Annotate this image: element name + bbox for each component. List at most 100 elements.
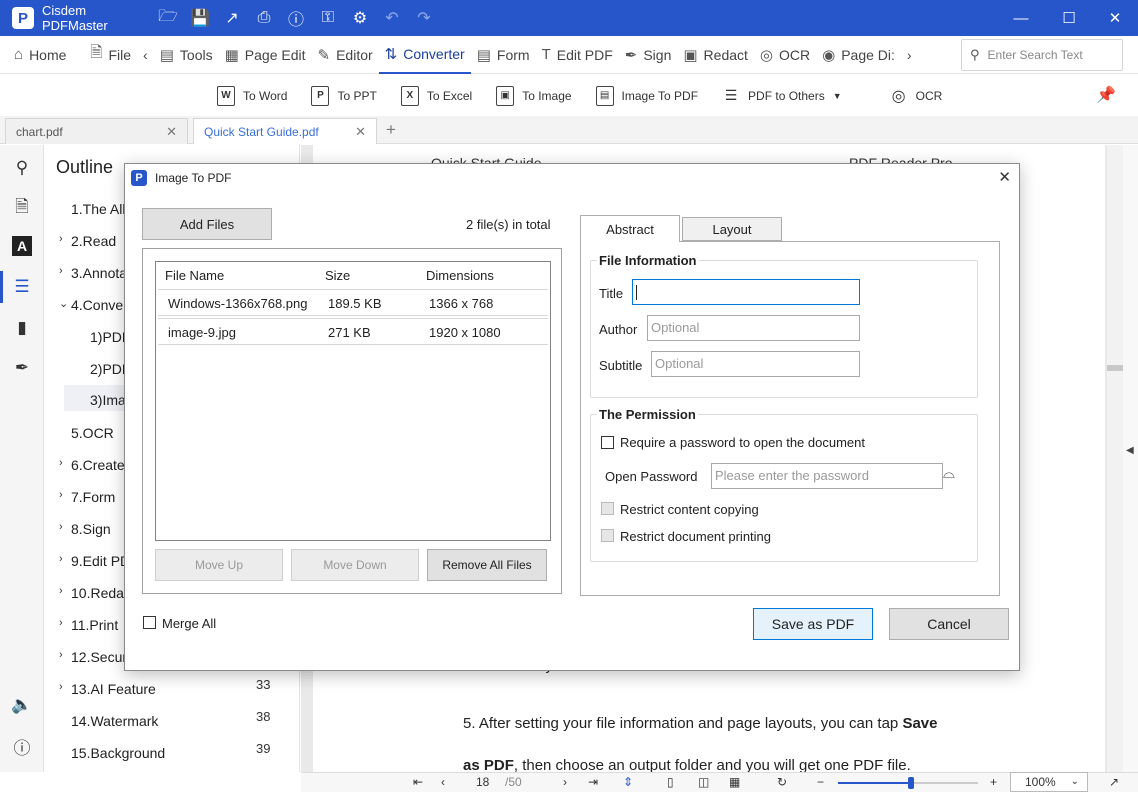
to-ppt-button[interactable]: P To PPT [311, 85, 377, 106]
fullscreen-icon[interactable]: ↗ [1109, 775, 1119, 789]
settings-icon[interactable]: ⚙ [344, 0, 376, 36]
close-tab-icon[interactable]: ✕ [355, 124, 366, 140]
scrollbar-thumb[interactable] [1107, 365, 1123, 371]
toolbar-sign[interactable]: ✒ Sign [619, 36, 678, 74]
outline-item[interactable]: › 3.Annota [59, 265, 127, 281]
first-page-icon[interactable]: ⇤ [413, 775, 423, 789]
merge-all-label[interactable]: Merge All [162, 616, 216, 631]
add-files-button[interactable]: Add Files [142, 208, 272, 240]
cancel-button[interactable]: Cancel [889, 608, 1009, 640]
right-panel-toggle[interactable]: ◀ [1123, 145, 1138, 772]
toolbar-ocr[interactable]: ◎ OCR [754, 36, 816, 74]
annotation-icon[interactable]: A [12, 236, 32, 256]
bookmark-icon[interactable]: ▮ [10, 316, 34, 340]
info-icon[interactable]: ⓘ [10, 734, 34, 758]
current-page[interactable]: 18 [476, 775, 489, 789]
restrict-print-label[interactable]: Restrict document printing [620, 529, 771, 544]
zoom-slider[interactable] [838, 777, 978, 789]
undo-icon[interactable]: ↶ [376, 0, 408, 36]
to-word-button[interactable]: W To Word [217, 85, 287, 106]
toolbar-page-edit[interactable]: ▦ Page Edit [219, 36, 312, 74]
toolbar-redact[interactable]: ▣ Redact [677, 36, 754, 74]
move-up-button[interactable]: Move Up [155, 549, 283, 581]
subtitle-field[interactable]: Optional [651, 351, 860, 377]
minimize-button[interactable]: — [998, 0, 1044, 36]
outline-item[interactable]: 15.Background [71, 745, 165, 761]
chevron-down-icon[interactable]: ⌄ [59, 297, 68, 310]
vertical-scrollbar[interactable] [1107, 145, 1123, 772]
outline-item[interactable]: 14.Watermark [71, 713, 158, 729]
author-field[interactable]: Optional [647, 315, 860, 341]
column-header-file-name[interactable]: File Name [165, 268, 224, 283]
prev-page-icon[interactable]: ‹ [441, 775, 445, 789]
pdf-to-others-button[interactable]: ☰ PDF to Others ▼ [722, 86, 842, 106]
merge-all-checkbox[interactable] [143, 616, 156, 629]
scroll-mode-icon[interactable]: ▦ [729, 775, 740, 789]
chevron-right-icon[interactable]: › [59, 457, 63, 469]
tab-abstract[interactable]: Abstract [580, 215, 680, 242]
rotate-icon[interactable]: ↻ [777, 775, 787, 789]
chevron-right-icon[interactable]: › [59, 681, 63, 693]
maximize-button[interactable]: ☐ [1046, 0, 1092, 36]
outline-item[interactable]: 1.The All [71, 201, 125, 217]
scroll-left-icon[interactable]: ‹ [137, 36, 154, 74]
column-header-dimensions[interactable]: Dimensions [426, 268, 494, 283]
share-icon[interactable]: ↗ [216, 0, 248, 36]
chevron-right-icon[interactable]: › [59, 233, 63, 245]
outline-item[interactable]: › 13.AI Feature [59, 681, 156, 697]
outline-item[interactable]: › 6.Create [59, 457, 125, 473]
restrict-copy-label[interactable]: Restrict content copying [620, 502, 759, 517]
outline-item[interactable]: 5.OCR [71, 425, 114, 441]
close-tab-icon[interactable]: ✕ [166, 124, 177, 140]
toolbar-editor[interactable]: ✎ Editor [312, 36, 379, 74]
restrict-copy-checkbox[interactable] [601, 502, 614, 515]
speaker-icon[interactable]: 🔈 [10, 693, 34, 717]
outline-item[interactable]: › 7.Form [59, 489, 115, 505]
help-icon[interactable]: ⓘ [280, 0, 312, 36]
save-as-pdf-button[interactable]: Save as PDF [753, 608, 873, 640]
next-page-icon[interactable]: › [563, 775, 567, 789]
outline-item[interactable]: › 10.Redac [59, 585, 131, 601]
outline-icon[interactable]: ☰ [10, 275, 34, 299]
key-icon[interactable]: ⚿ [312, 0, 344, 36]
table-row[interactable]: Windows-1366x768.png 189.5 KB 1366 x 768 [158, 289, 548, 316]
add-tab-icon[interactable]: + [386, 120, 396, 140]
toolbar-home[interactable]: ⌂ Home [8, 36, 72, 74]
save-icon[interactable]: 💾 [184, 0, 216, 36]
toolbar-edit-pdf[interactable]: T Edit PDF [536, 36, 619, 74]
require-password-label[interactable]: Require a password to open the document [620, 435, 865, 450]
image-to-pdf-button[interactable]: ▤ Image To PDF [595, 85, 698, 106]
column-header-size[interactable]: Size [325, 268, 350, 283]
restrict-print-checkbox[interactable] [601, 529, 614, 542]
toolbar-page-display[interactable]: ◉ Page Di: [816, 36, 901, 74]
chevron-right-icon[interactable]: › [59, 265, 63, 277]
eye-closed-icon[interactable]: ⌓ [943, 465, 955, 482]
zoom-in-icon[interactable]: + [990, 775, 997, 789]
window-close-button[interactable]: ✕ [1092, 0, 1138, 36]
chevron-right-icon[interactable]: › [59, 521, 63, 533]
toolbar-form[interactable]: ▤ Form [471, 36, 536, 74]
require-password-checkbox[interactable] [601, 436, 614, 449]
table-row[interactable]: image-9.jpg 271 KB 1920 x 1080 [158, 318, 548, 345]
scroll-right-icon[interactable]: › [901, 36, 918, 74]
dialog-close-button[interactable]: ✕ [998, 168, 1011, 186]
outline-item[interactable]: ⌄ 4.Conver [59, 297, 128, 313]
tab-chart[interactable]: chart.pdf ✕ [5, 118, 188, 144]
toolbar-converter[interactable]: ⇅ Converter [378, 36, 471, 74]
to-excel-button[interactable]: X To Excel [400, 85, 472, 106]
outline-item[interactable]: › 12.Secur [59, 649, 127, 665]
title-field[interactable] [632, 279, 860, 305]
search-icon[interactable]: ⚲ [10, 156, 34, 180]
search-box[interactable]: ⚲ Enter Search Text [961, 39, 1123, 71]
redo-icon[interactable]: ↷ [408, 0, 440, 36]
tab-quick-start-guide[interactable]: Quick Start Guide.pdf ✕ [193, 118, 377, 144]
toolbar-file[interactable]: 🗎 File [84, 36, 137, 74]
two-page-icon[interactable]: ◫ [698, 775, 709, 789]
outline-item[interactable]: › 11.Print [59, 617, 118, 633]
ocr-button[interactable]: ◎ OCR [890, 86, 943, 106]
last-page-icon[interactable]: ⇥ [588, 775, 598, 789]
signature-icon[interactable]: ✒ [10, 356, 34, 380]
zoom-select[interactable]: 100% ⌄ [1010, 772, 1088, 792]
toolbar-tools[interactable]: ▤ Tools [154, 36, 219, 74]
open-password-field[interactable]: Please enter the password [711, 463, 943, 489]
